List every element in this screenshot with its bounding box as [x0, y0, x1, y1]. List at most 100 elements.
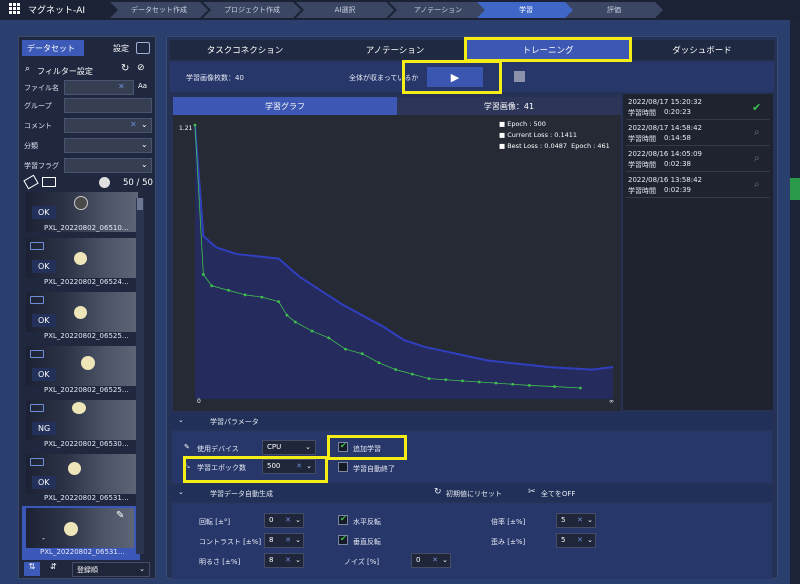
highlight-epoch	[183, 456, 328, 483]
highlight-additional	[327, 435, 407, 460]
noise-value: 0	[416, 556, 421, 564]
history-item[interactable]: 2022/08/16 14:05:09 学習時間 0:02:38 ⌕	[626, 148, 770, 172]
search-icon[interactable]: ⌕	[754, 127, 760, 138]
thumbnail-card[interactable]: OK PXL_20220802_06525…	[26, 346, 138, 396]
search-icon[interactable]: ⌕	[754, 179, 760, 190]
history-item[interactable]: 2022/08/16 13:58:42 学習時間 0:02:39 ⌕	[626, 174, 770, 198]
sort-order-value: 登録順	[77, 566, 98, 574]
contrast-select[interactable]: 8 ✕ ⌄	[264, 533, 304, 548]
clear-icon[interactable]: ✕	[285, 556, 291, 564]
noise-select[interactable]: 0 ✕ ⌄	[411, 553, 451, 568]
device-select[interactable]: CPU ⌄	[262, 440, 316, 455]
step-evaluation[interactable]: 評価	[565, 2, 663, 18]
best-loss-point	[327, 336, 331, 340]
rotation-select[interactable]: 0 ✕ ⌄	[264, 513, 304, 528]
search-icon[interactable]: ⌕	[754, 153, 760, 164]
step-project[interactable]: プロジェクト作成	[203, 2, 301, 18]
history-date: 2022/08/17 15:20:32	[628, 98, 703, 106]
filter-class-select[interactable]	[64, 138, 152, 153]
thumbnail-list[interactable]: OK PXL_20220802_06510… OK PXL_20220802_0…	[20, 192, 146, 560]
device-icon: ✎	[184, 443, 190, 451]
distort-label: 歪み [±%]	[491, 538, 526, 546]
tools-icon[interactable]: ✂	[528, 487, 536, 497]
thumbnail-card[interactable]: NG PXL_20220802_06530…	[26, 400, 138, 450]
augment-title: 学習データ自動生成	[210, 490, 273, 498]
thumbnail-card[interactable]: OK PXL_20220802_06510…	[26, 192, 138, 242]
history-item[interactable]: 2022/08/17 14:58:42 学習時間 0:14:58 ⌕	[626, 122, 770, 146]
tab-task-connection[interactable]: タスクコネクション	[170, 40, 320, 60]
thumbnail-card[interactable]: OK PXL_20220802_06531…	[26, 454, 138, 504]
history-time: 0:02:38	[664, 160, 691, 168]
tab-annotation[interactable]: アノテーション	[320, 40, 470, 60]
subtab-graph[interactable]: 学習グラフ	[173, 97, 397, 115]
clear-icon[interactable]: ✕	[285, 516, 291, 524]
book-icon[interactable]	[42, 177, 56, 187]
best-loss-point	[344, 347, 347, 351]
clear-filter-icon[interactable]: ⊘	[137, 63, 145, 73]
sort-order-select[interactable]: 登録順 ⌄	[72, 562, 150, 577]
tab-dataset[interactable]: データセット	[22, 40, 84, 56]
history-item[interactable]: 2022/08/17 15:20:32 学習時間 0:20:23 ✔	[626, 96, 770, 120]
filter-label: フィルター設定	[37, 67, 93, 76]
vflip-checkbox[interactable]: ✔	[338, 534, 348, 545]
thumbnail-card-selected[interactable]: ✎ - PXL_20220802_06531…	[22, 506, 140, 560]
params-header[interactable]	[169, 413, 773, 429]
reset-button[interactable]: 初期値にリセット	[446, 489, 502, 499]
tab-settings[interactable]: 設定	[113, 43, 129, 54]
file-name: PXL_20220802_06525…	[44, 386, 129, 394]
clear-icon[interactable]: ✕	[432, 556, 438, 564]
step-training[interactable]: 学習	[477, 2, 575, 18]
select-all-toggle[interactable]	[99, 177, 110, 188]
scale-select[interactable]: 5 ✕ ⌄	[556, 513, 596, 528]
filter-row-filename: ファイル名 ✕ Aa	[20, 79, 152, 96]
legend-current-loss: ■ Current Loss : 0.1411	[499, 131, 578, 139]
chevron-down-icon[interactable]: ⌄	[141, 140, 148, 149]
subtab-images[interactable]: 学習画像：41	[397, 97, 621, 115]
tab-dashboard[interactable]: ダッシュボード	[630, 40, 774, 60]
clear-icon[interactable]: ✕	[577, 516, 583, 524]
file-name: PXL_20220802_06531…	[44, 494, 129, 502]
database-icon[interactable]	[136, 42, 150, 54]
refresh-icon[interactable]: ↻	[121, 63, 129, 74]
brightness-label: 明るさ [±%]	[199, 558, 241, 566]
edit-pencil-icon[interactable]: ✎	[116, 510, 124, 521]
brightness-select[interactable]: 8 ✕ ⌄	[264, 553, 304, 568]
clear-icon[interactable]: ✕	[285, 536, 291, 544]
filter-flag-select[interactable]	[64, 158, 152, 173]
params-title: 学習パラメータ	[210, 418, 259, 426]
clear-icon[interactable]: ✕	[577, 536, 583, 544]
filter-comment-input[interactable]	[64, 118, 152, 133]
app-menu-icon[interactable]	[9, 3, 21, 15]
image-count-label: 学習画像枚数：40	[186, 74, 244, 82]
sort-asc-icon[interactable]: ⇅	[24, 562, 40, 576]
step-dataset[interactable]: データセット作成	[110, 2, 208, 18]
best-loss-point	[528, 384, 531, 387]
image-count: 50 / 50	[123, 178, 153, 188]
chevron-down-icon: ⌄	[305, 443, 311, 451]
thumbnail-card[interactable]: OK PXL_20220802_06524…	[26, 238, 138, 288]
step-ai-select[interactable]: AI選択	[296, 2, 394, 18]
label-badge: OK	[32, 368, 56, 381]
thumbnail-card[interactable]: OK PXL_20220802_06525…	[26, 292, 138, 342]
reset-icon[interactable]: ↻	[434, 487, 442, 497]
highlight-training-tab	[464, 37, 632, 62]
sort-desc-icon[interactable]: ⇵	[50, 562, 64, 576]
filter-group-select[interactable]	[64, 98, 152, 113]
hflip-checkbox[interactable]: ✔	[338, 514, 348, 525]
filter-class-label: 分類	[24, 142, 38, 150]
chevron-down-icon[interactable]: ⌄	[141, 160, 148, 169]
best-loss-point	[377, 361, 381, 365]
all-off-button[interactable]: 全てをOFF	[541, 489, 575, 499]
history-date: 2022/08/16 13:58:42	[628, 176, 703, 184]
training-history[interactable]: 2022/08/17 15:20:32 学習時間 0:20:23 ✔ 2022/…	[623, 94, 773, 410]
step-annotation[interactable]: アノテーション	[389, 2, 487, 18]
filter-comment-clear-icon[interactable]: ✕	[130, 120, 137, 129]
auto-end-checkbox[interactable]	[338, 462, 348, 472]
filter-filename-clear-icon[interactable]: ✕	[118, 82, 125, 91]
thumbnail-scrollbar[interactable]	[136, 198, 144, 554]
chevron-down-icon[interactable]: ⌄	[141, 120, 148, 129]
stop-training-button[interactable]	[514, 71, 525, 82]
label-badge: OK	[32, 314, 56, 327]
distort-select[interactable]: 5 ✕ ⌄	[556, 533, 596, 548]
case-toggle-icon[interactable]: Aa	[138, 82, 147, 90]
